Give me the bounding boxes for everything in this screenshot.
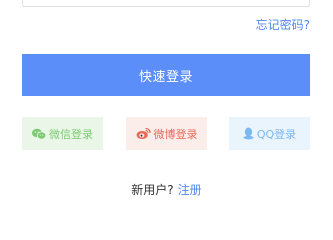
qq-login-button[interactable]: QQ登录 <box>229 117 310 150</box>
weibo-login-label: 微博登录 <box>153 127 198 141</box>
new-user-text: 新用户? <box>131 183 174 197</box>
register-prompt: 新用户? 注册 <box>0 182 333 198</box>
register-link[interactable]: 注册 <box>178 183 202 197</box>
qq-icon <box>242 127 254 140</box>
wechat-login-label: 微信登录 <box>49 127 93 141</box>
wechat-login-button[interactable]: 微信登录 <box>22 117 103 150</box>
quick-login-button[interactable]: 快速登录 <box>22 54 310 96</box>
login-panel: 忘记密码? 快速登录 微信登录 微博登录 QQ登录 新用户? 注册 <box>0 0 333 225</box>
weibo-login-button[interactable]: 微博登录 <box>126 117 207 150</box>
wechat-icon <box>32 128 46 140</box>
weibo-icon <box>136 127 151 140</box>
password-field[interactable] <box>22 0 310 7</box>
qq-login-label: QQ登录 <box>256 127 297 141</box>
forgot-password-link[interactable]: 忘记密码? <box>256 17 310 33</box>
